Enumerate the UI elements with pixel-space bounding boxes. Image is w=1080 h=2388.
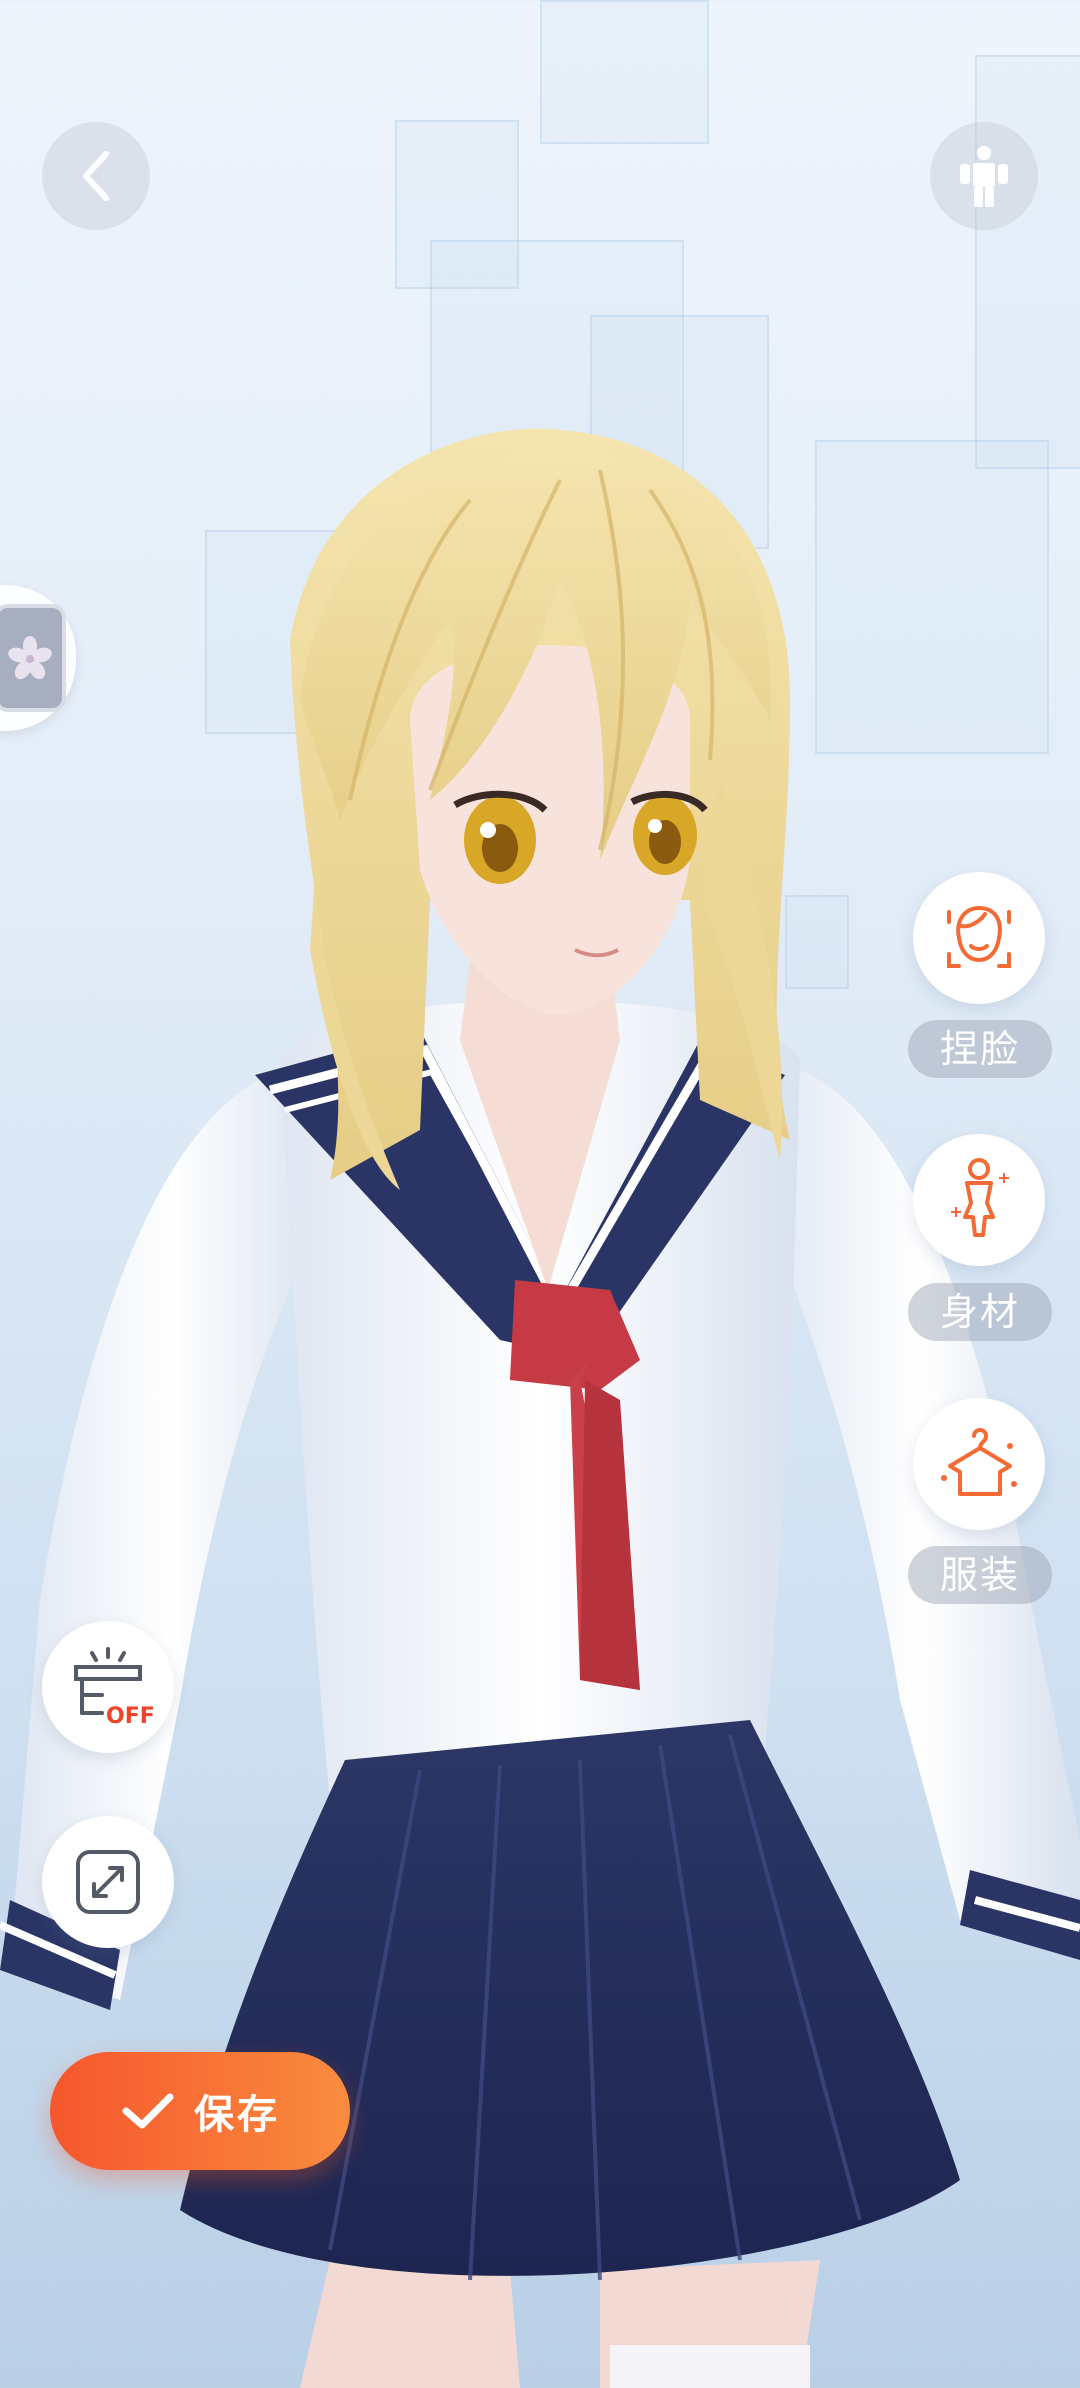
pose-button[interactable] bbox=[930, 122, 1038, 230]
body-edit-label: 身材 bbox=[908, 1283, 1052, 1341]
outfit-edit-button[interactable] bbox=[913, 1398, 1045, 1530]
fullscreen-button[interactable] bbox=[42, 1816, 174, 1948]
check-icon bbox=[122, 2093, 174, 2129]
background-thumbnail bbox=[0, 604, 66, 712]
cherry-blossom-icon bbox=[8, 636, 52, 680]
face-sculpt-icon bbox=[947, 905, 1011, 968]
save-button[interactable]: 保存 bbox=[50, 2052, 350, 2170]
spotlight-toggle-button[interactable]: OFF bbox=[42, 1621, 174, 1753]
outfit-hanger-icon bbox=[941, 1428, 1017, 1496]
chevron-left-icon bbox=[83, 151, 109, 201]
face-edit-button[interactable] bbox=[913, 872, 1045, 1004]
back-button[interactable] bbox=[42, 122, 150, 230]
body-edit-button[interactable] bbox=[913, 1134, 1045, 1266]
spotlight-state-text: OFF bbox=[106, 1704, 154, 1729]
standing-figure-icon bbox=[960, 146, 1008, 207]
outfit-edit-label: 服装 bbox=[908, 1546, 1052, 1604]
spotlight-icon: OFF bbox=[74, 1647, 154, 1729]
save-label: 保存 bbox=[194, 2092, 280, 2138]
expand-arrows-icon bbox=[76, 1850, 140, 1914]
face-edit-label: 捏脸 bbox=[908, 1020, 1052, 1078]
body-shape-icon bbox=[951, 1158, 1009, 1237]
